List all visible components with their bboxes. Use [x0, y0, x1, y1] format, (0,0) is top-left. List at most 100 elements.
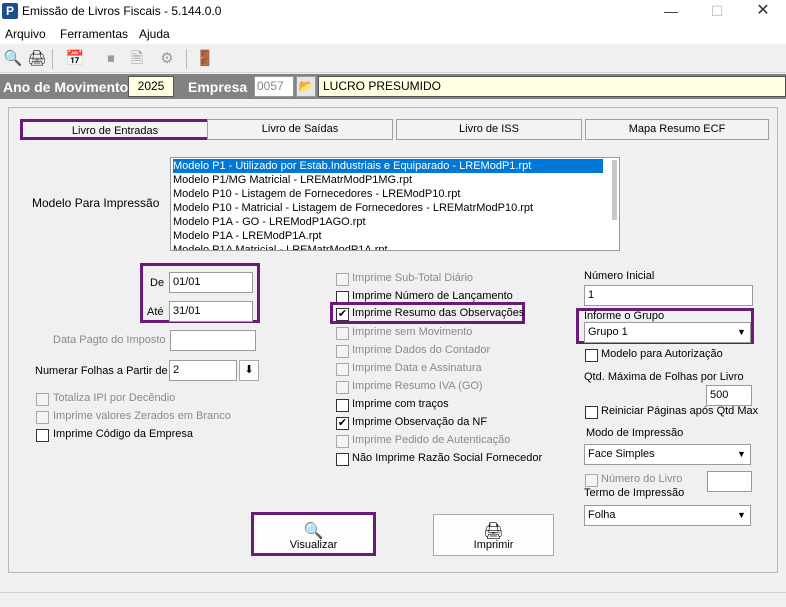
observacao-nf-checkbox[interactable]: ✔ [336, 417, 349, 430]
visualizar-button[interactable]: 🔍 Visualizar [251, 512, 376, 556]
totaliza-ipi-checkbox[interactable] [36, 393, 49, 406]
razao-social-checkbox[interactable] [336, 453, 349, 466]
preview-icon: 🔍 [303, 523, 324, 540]
subtotal-diario-label: Imprime Sub-Total Diário [352, 272, 474, 284]
list-item[interactable]: Modelo P1A Matricial - LREMatrModP1A.rpt [173, 243, 388, 250]
exit-door-icon[interactable]: 🚪 [194, 48, 216, 70]
dados-contador-checkbox[interactable] [336, 345, 349, 358]
menu-arquivo[interactable]: Arquivo [5, 27, 46, 41]
list-item[interactable]: Modelo P10 - Listagem de Fornecedores - … [173, 187, 460, 201]
imprimir-label: Imprimir [473, 539, 514, 551]
calendar-icon[interactable]: 📅 [64, 48, 86, 70]
list-item[interactable]: Modelo P1/MG Matricial - LREMatrModP1MG.… [173, 173, 412, 187]
de-field[interactable]: 01/01 [169, 272, 253, 293]
tab-mapa-resumo-ecf[interactable]: Mapa Resumo ECF [585, 119, 769, 140]
reiniciar-paginas-checkbox[interactable] [585, 406, 598, 419]
resumo-observacoes-label: Imprime Resumo das Observações [352, 307, 525, 319]
toolbar: 🔍 🖨 📅 ⏹ 🗎 ⚙ 🚪 [0, 45, 786, 73]
modo-impressao-value: Face Simples [588, 448, 655, 460]
numero-inicial-label: Número Inicial [584, 270, 655, 282]
com-tracos-label: Imprime com traços [352, 398, 449, 410]
numero-livro-checkbox[interactable] [585, 474, 598, 487]
numerar-field[interactable]: 2 [169, 360, 237, 381]
codigo-empresa-checkbox[interactable] [36, 429, 49, 442]
list-scrollbar[interactable] [612, 160, 617, 220]
totaliza-ipi-label: Totaliza IPI por Decêndio [53, 392, 176, 404]
chevron-down-icon[interactable]: ▼ [735, 326, 748, 339]
ate-field[interactable]: 31/01 [169, 301, 253, 322]
subtotal-diario-checkbox[interactable] [336, 273, 349, 286]
tools-icon: ⚙ [160, 50, 174, 67]
list-item[interactable]: Modelo P10 - Matricial - Listagem de For… [173, 201, 533, 215]
modo-impressao-select[interactable]: Face Simples ▼ [584, 444, 751, 465]
resumo-iva-checkbox[interactable] [336, 381, 349, 394]
data-assinatura-checkbox[interactable] [336, 363, 349, 376]
valores-zerados-checkbox[interactable] [36, 411, 49, 424]
qtd-max-field[interactable]: 500 [706, 385, 752, 406]
menu-ferramentas[interactable]: Ferramentas [60, 27, 128, 41]
pedido-autenticacao-label: Imprime Pedido de Autenticação [352, 434, 511, 446]
empresa-label: Empresa [188, 79, 248, 95]
status-bar [0, 592, 786, 607]
list-item[interactable]: Modelo P1 - Utilizado por Estab.Industri… [173, 159, 603, 173]
close-icon[interactable]: ✕ [740, 0, 786, 24]
header-strip: Ano de Movimento 2025 Empresa 0057 📂 LUC… [0, 74, 786, 99]
empresa-name: LUCRO PRESUMIDO [318, 76, 786, 97]
model-listbox[interactable]: Modelo P1 - Utilizado por Estab.Industri… [170, 157, 620, 251]
modelo-autorizacao-label: Modelo para Autorização [601, 348, 723, 360]
pedido-autenticacao-checkbox[interactable] [336, 435, 349, 448]
termo-impressao-value: Folha [588, 509, 616, 521]
app-icon: P [2, 3, 18, 19]
ate-label: Até [147, 306, 164, 318]
pagto-field[interactable] [170, 330, 256, 351]
menu-ajuda[interactable]: Ajuda [139, 27, 170, 41]
preview-icon[interactable]: 🔍 [2, 48, 24, 70]
reiniciar-paginas-label: Reiniciar Páginas após Qtd Max [601, 405, 759, 417]
folder-open-icon[interactable]: 📂 [296, 76, 316, 97]
list-item[interactable]: Modelo P1A - GO - LREModP1AGO.rpt [173, 215, 366, 229]
grupo-select[interactable]: Grupo 1 ▼ [584, 322, 751, 343]
pin-icon: ⏹ [107, 50, 115, 67]
title-bar: P Emissão de Livros Fiscais - 5.144.0.0 … [0, 0, 786, 24]
sem-movimento-label: Imprime sem Movimento [352, 326, 473, 338]
window-title: Emissão de Livros Fiscais - 5.144.0.0 [22, 4, 222, 18]
de-label: De [150, 277, 165, 289]
chevron-down-icon[interactable]: ▼ [735, 448, 748, 461]
razao-social-label: Não Imprime Razão Social Fornecedor [352, 452, 543, 464]
numero-inicial-field[interactable]: 1 [584, 285, 753, 306]
printer-icon[interactable]: 🖨 [26, 48, 48, 70]
toolbar-separator [186, 49, 187, 69]
numero-livro-label: Número do Livro [601, 473, 683, 485]
data-assinatura-label: Imprime Data e Assinatura [352, 362, 482, 374]
tab-livro-entradas[interactable]: Livro de Entradas [20, 119, 210, 140]
tab-livro-saidas[interactable]: Livro de Saídas [207, 119, 393, 140]
empresa-code-field[interactable]: 0057 [254, 76, 294, 97]
modo-impressao-label: Modo de Impressão [586, 427, 684, 439]
ano-label: Ano de Movimento [3, 79, 129, 95]
ano-value[interactable]: 2025 [128, 76, 174, 97]
model-label: Modelo Para Impressão [32, 196, 160, 210]
com-tracos-checkbox[interactable] [336, 399, 349, 412]
imprimir-button[interactable]: 🖨 Imprimir [433, 514, 554, 556]
qtd-max-label: Qtd. Máxima de Folhas por Livro [584, 371, 744, 383]
observacao-nf-label: Imprime Observação da NF [352, 416, 488, 428]
minimize-icon[interactable]: — [648, 0, 694, 24]
resumo-observacoes-checkbox[interactable]: ✔ [336, 308, 349, 321]
modelo-autorizacao-checkbox[interactable] [585, 349, 598, 362]
codigo-empresa-label: Imprime Código da Empresa [53, 428, 194, 440]
valores-zerados-label: Imprime valores Zerados em Branco [53, 410, 231, 422]
sem-movimento-checkbox[interactable] [336, 327, 349, 340]
document-icon: 🗎 [130, 50, 144, 67]
menu-bar: Arquivo Ferramentas Ajuda [0, 24, 786, 44]
chevron-down-icon[interactable]: ▼ [735, 509, 748, 522]
dados-contador-label: Imprime Dados do Contador [352, 344, 491, 356]
maximize-icon[interactable]: ☐ [694, 0, 740, 24]
list-item[interactable]: Modelo P1A - LREModP1A.rpt [173, 229, 322, 243]
numerar-label: Numerar Folhas a Partir de [35, 365, 168, 377]
grupo-label: Informe o Grupo [584, 310, 665, 322]
download-arrow-icon[interactable]: ⬇ [239, 360, 259, 381]
termo-impressao-select[interactable]: Folha ▼ [584, 505, 751, 526]
numero-livro-field[interactable] [707, 471, 752, 492]
toolbar-separator [52, 49, 53, 69]
tab-livro-iss[interactable]: Livro de ISS [396, 119, 582, 140]
